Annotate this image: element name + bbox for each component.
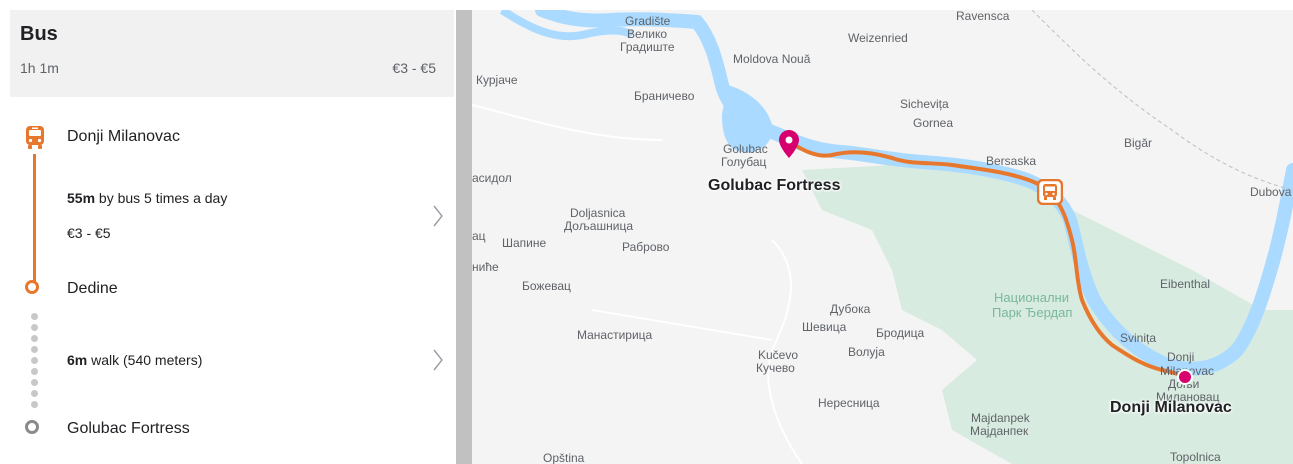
map-label: Божевац bbox=[522, 279, 571, 293]
bus-segment-duration: 55m bbox=[67, 190, 96, 206]
walk-dot bbox=[31, 401, 38, 408]
walk-dot bbox=[31, 379, 38, 386]
walk-dot bbox=[31, 368, 38, 375]
map-label: Weizenried bbox=[848, 31, 908, 45]
place-label-donji-milanovac[interactable]: Donji Milanovac bbox=[1110, 399, 1232, 417]
park-label: Национални bbox=[994, 290, 1069, 305]
map-label: Donji bbox=[1167, 350, 1195, 364]
map-label: Topolnica bbox=[1170, 450, 1221, 464]
trip-duration: 1h 1m bbox=[20, 60, 59, 76]
stop-transfer: Dedine bbox=[67, 280, 118, 297]
travel-mode-title: Bus bbox=[20, 23, 58, 45]
chevron-right-icon[interactable] bbox=[432, 348, 444, 372]
map-label: Opština bbox=[543, 451, 585, 464]
location-pin-icon[interactable] bbox=[779, 130, 799, 158]
map-label: Eibenthal bbox=[1160, 277, 1211, 291]
map-label: Sichevița bbox=[900, 97, 949, 111]
route-map[interactable]: Gradište Велико Градиште Ravensca Weizen… bbox=[472, 10, 1293, 464]
panel-scrollbar[interactable] bbox=[456, 10, 472, 464]
walk-segment-duration: 6m bbox=[67, 352, 88, 368]
map-label: Манастирица bbox=[577, 328, 653, 342]
map-label: Moldova Nouă bbox=[733, 52, 811, 66]
bus-segment-frequency: by bus 5 times a day bbox=[95, 190, 228, 206]
walk-dot bbox=[31, 324, 38, 331]
map-label: асидол bbox=[472, 171, 512, 185]
bus-route-line bbox=[33, 154, 36, 283]
map-label: ац bbox=[472, 229, 486, 243]
map-label: Ravensca bbox=[956, 10, 1010, 23]
bus-segment-price: €3 - €5 bbox=[67, 225, 111, 241]
transfer-stop-icon bbox=[25, 280, 39, 294]
map-label: Волуја bbox=[848, 345, 885, 359]
stop-destination: Golubac Fortress bbox=[67, 420, 190, 437]
bus-stop-marker-icon[interactable] bbox=[1037, 179, 1063, 205]
map-label: Dubova bbox=[1250, 185, 1292, 199]
park-label: Парк Ђердап bbox=[992, 305, 1073, 320]
map-label: Градиште bbox=[620, 40, 675, 54]
directions-panel: Bus 1h 1m €3 - €5 Donji Milanovac 55m by… bbox=[0, 0, 456, 464]
bus-segment-summary: 55m by bus 5 times a day bbox=[67, 190, 227, 206]
map-label: Шапине bbox=[502, 236, 547, 250]
map-label: Svinița bbox=[1120, 331, 1157, 345]
walk-dot bbox=[31, 390, 38, 397]
route-summary-header[interactable]: Bus 1h 1m €3 - €5 bbox=[10, 10, 454, 97]
map-label: ниће bbox=[472, 260, 499, 274]
map-label: Мајданпек bbox=[970, 424, 1029, 438]
chevron-right-icon[interactable] bbox=[432, 204, 444, 228]
walk-segment-summary: 6m walk (540 meters) bbox=[67, 352, 202, 368]
map-label: Дубока bbox=[830, 302, 871, 316]
map-label: Раброво bbox=[622, 240, 670, 254]
map-label: Шевица bbox=[802, 320, 847, 334]
walk-dot bbox=[31, 357, 38, 364]
map-label: Нересница bbox=[818, 396, 880, 410]
map-label: Дољашница bbox=[564, 219, 633, 233]
stop-origin: Donji Milanovac bbox=[67, 128, 180, 145]
destination-marker[interactable] bbox=[1177, 369, 1193, 385]
walk-dot bbox=[31, 335, 38, 342]
map-label: Кучево bbox=[756, 361, 795, 375]
map-label: Курјаче bbox=[476, 73, 518, 87]
circle-stop-icon bbox=[25, 420, 39, 434]
bus-icon bbox=[26, 126, 44, 149]
map-label: Браничево bbox=[634, 89, 695, 103]
map-label: Bersaska bbox=[986, 154, 1037, 168]
map-label: Голубац bbox=[721, 155, 767, 169]
map-label: Gornea bbox=[913, 116, 954, 130]
walk-segment-distance: walk (540 meters) bbox=[87, 352, 203, 368]
map-label: Bigăr bbox=[1124, 136, 1153, 150]
map-label: Бродица bbox=[876, 326, 925, 340]
trip-price: €3 - €5 bbox=[392, 60, 436, 76]
place-label-golubac-fortress[interactable]: Golubac Fortress bbox=[708, 177, 840, 195]
walk-dot bbox=[31, 346, 38, 353]
walk-dot bbox=[31, 313, 38, 320]
